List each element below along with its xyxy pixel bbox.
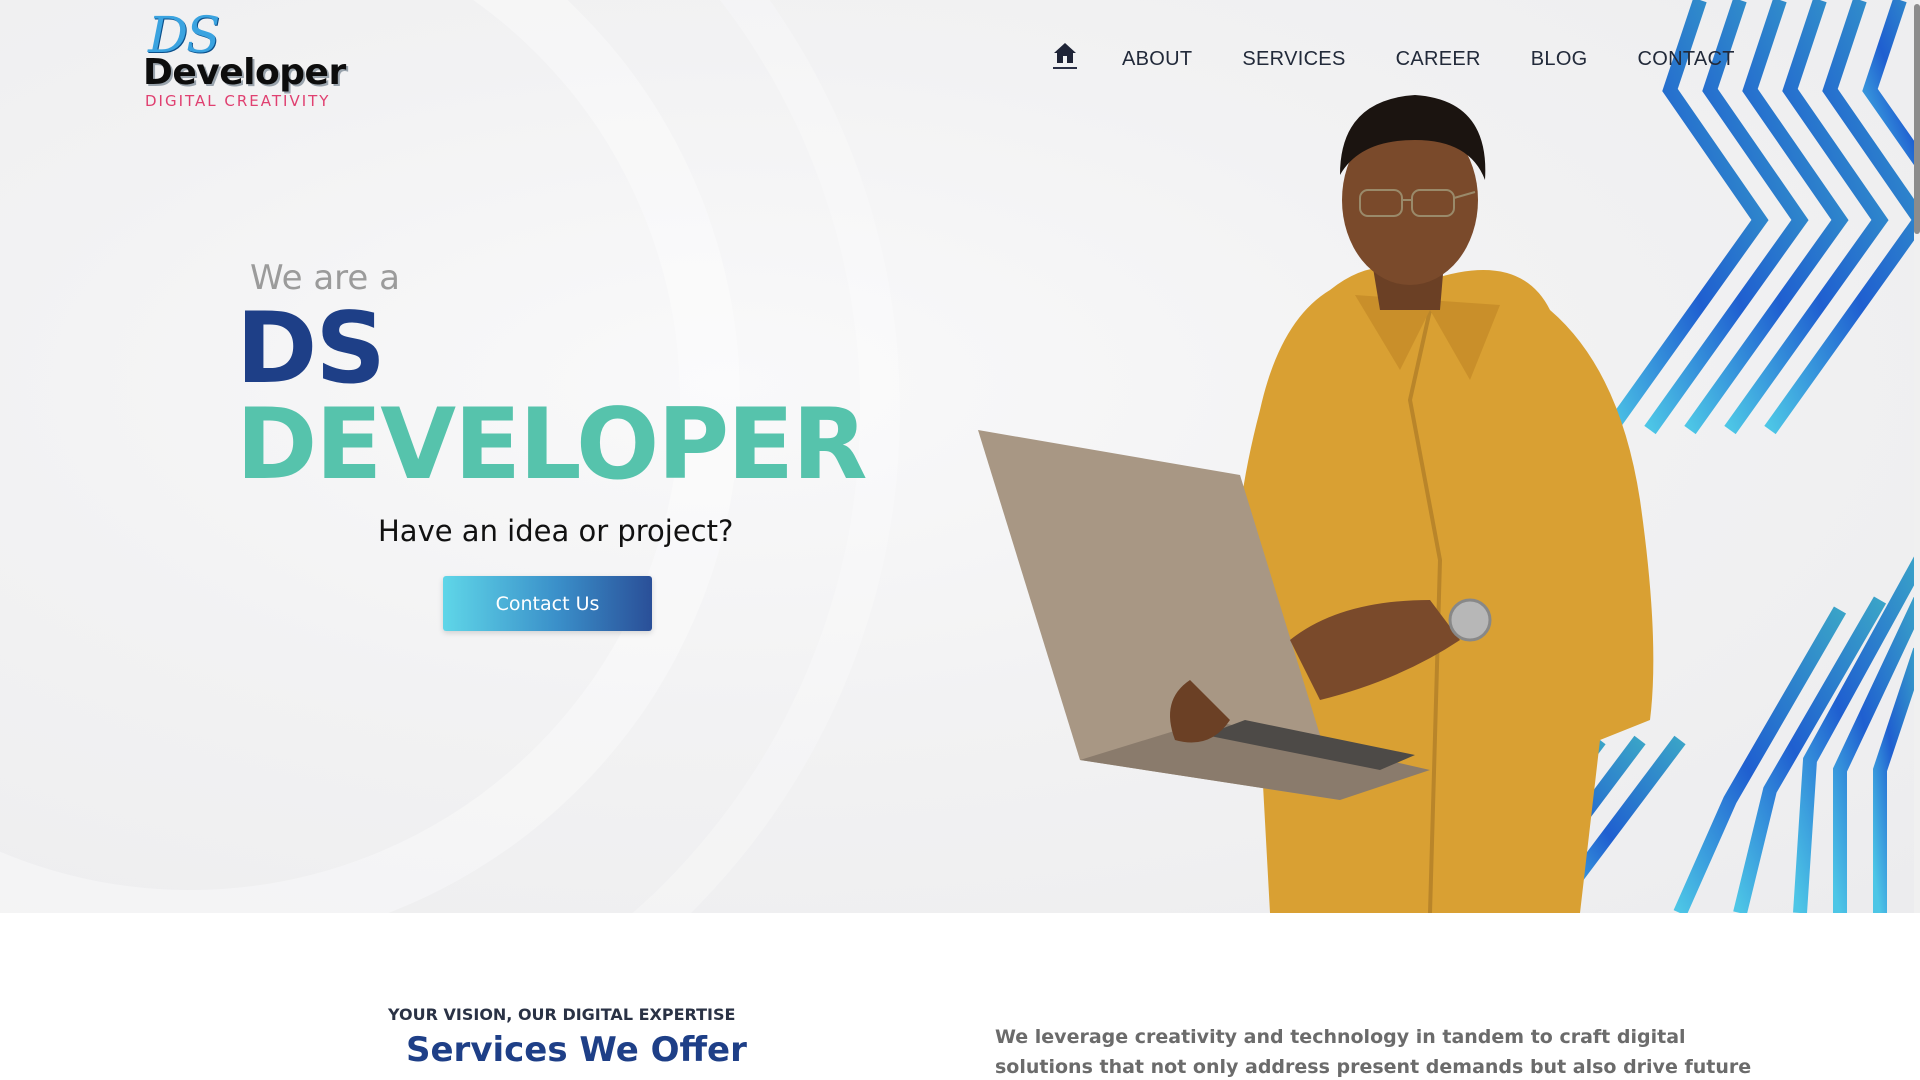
- nav-career[interactable]: CAREER: [1396, 48, 1481, 71]
- nav-about[interactable]: ABOUT: [1122, 48, 1192, 71]
- active-indicator: [1053, 67, 1077, 69]
- contact-us-button[interactable]: Contact Us: [443, 576, 652, 631]
- home-icon: [1054, 43, 1076, 63]
- hero-tagline: Have an idea or project?: [378, 514, 734, 548]
- services-title: Services We Offer: [406, 1030, 747, 1070]
- main-nav: ABOUT SERVICES CAREER BLOG CONTACT: [1050, 42, 1785, 76]
- hero-title-ds: DS: [236, 292, 386, 406]
- site-logo[interactable]: DS Developer DIGITAL CREATIVITY: [143, 6, 353, 110]
- nav-contact[interactable]: CONTACT: [1638, 48, 1735, 71]
- nav-home-link[interactable]: [1050, 42, 1080, 76]
- logo-name: Developer: [143, 52, 346, 93]
- hero-section: DS Developer DIGITAL CREATIVITY ABOUT SE…: [0, 0, 1920, 913]
- hero-title-developer: DEVELOPER: [236, 388, 868, 502]
- nav-blog[interactable]: BLOG: [1531, 48, 1588, 71]
- nav-services[interactable]: SERVICES: [1242, 48, 1345, 71]
- logo-tagline: DIGITAL CREATIVITY: [145, 92, 331, 110]
- person-with-laptop-image: [978, 95, 1654, 913]
- services-kicker: YOUR VISION, OUR DIGITAL EXPERTISE: [388, 1005, 736, 1024]
- scrollbar-thumb[interactable]: [1914, 4, 1920, 234]
- services-description: We leverage creativity and technology in…: [995, 1026, 1752, 1078]
